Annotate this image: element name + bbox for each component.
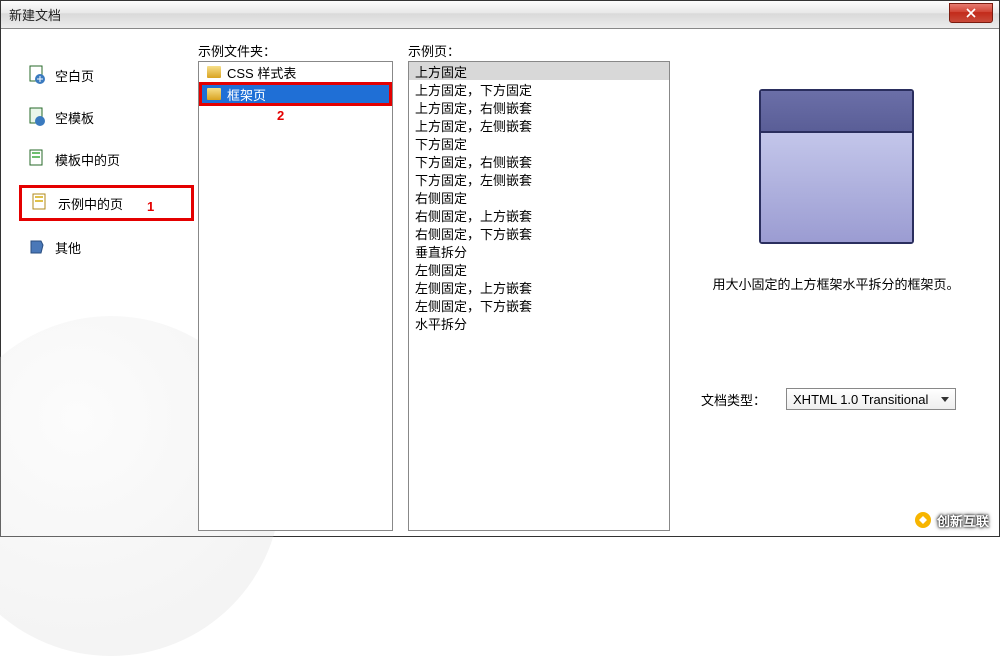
preview-top-frame [761, 91, 912, 133]
folder-label: 框架页 [227, 85, 266, 104]
folder-label: CSS 样式表 [227, 63, 296, 82]
titlebar: 新建文档 [1, 1, 999, 29]
blank-page-icon [27, 65, 47, 85]
sample-page-icon [30, 193, 50, 213]
category-label: 示例中的页 [58, 194, 123, 213]
page-item[interactable]: 上方固定，左侧嵌套 [409, 116, 669, 134]
pages-column-label: 示例页： [408, 41, 460, 60]
page-item[interactable]: 垂直拆分 [409, 242, 669, 260]
page-item[interactable]: 左侧固定，上方嵌套 [409, 278, 669, 296]
folder-item-frameset[interactable]: 框架页 [199, 82, 392, 106]
site-watermark: 创新互联 [913, 510, 989, 530]
preview-bottom-frame [761, 133, 912, 242]
category-label: 空白页 [55, 66, 94, 85]
category-label: 模板中的页 [55, 150, 120, 169]
category-other[interactable]: 其他 [19, 231, 194, 263]
blank-template-icon [27, 107, 47, 127]
category-sample-page[interactable]: 示例中的页 [19, 185, 194, 221]
category-label: 其他 [55, 238, 81, 257]
template-page-icon [27, 149, 47, 169]
page-item[interactable]: 水平拆分 [409, 314, 669, 332]
folder-icon [207, 66, 221, 78]
preview-area: 用大小固定的上方框架水平拆分的框架页。 [691, 69, 981, 293]
window-title: 新建文档 [9, 5, 61, 24]
chevron-down-icon [941, 397, 949, 402]
doctype-value: XHTML 1.0 Transitional [793, 392, 928, 407]
page-list[interactable]: 上方固定上方固定，下方固定上方固定，右侧嵌套上方固定，左侧嵌套下方固定下方固定，… [408, 61, 670, 531]
folder-list[interactable]: CSS 样式表 框架页 2 [198, 61, 393, 531]
page-item[interactable]: 右侧固定，下方嵌套 [409, 224, 669, 242]
doctype-label: 文档类型： [701, 390, 766, 409]
annotation-1: 1 [147, 199, 154, 214]
page-item[interactable]: 右侧固定，上方嵌套 [409, 206, 669, 224]
category-list: 空白页 空模板 模板中的页 1 示例中的页 其他 [19, 59, 194, 273]
dialog-window: 新建文档 空白页 空模板 模板中的页 1 示例中的页 [0, 0, 1000, 537]
page-item[interactable]: 左侧固定，下方嵌套 [409, 296, 669, 314]
watermark-icon [913, 510, 933, 530]
preview-thumbnail [759, 89, 914, 244]
page-item[interactable]: 上方固定，右侧嵌套 [409, 98, 669, 116]
folders-column-label: 示例文件夹： [198, 41, 276, 60]
watermark-text: 创新互联 [937, 511, 989, 530]
folder-icon [207, 88, 221, 100]
folder-item-css[interactable]: CSS 样式表 [199, 62, 392, 82]
page-item[interactable]: 上方固定，下方固定 [409, 80, 669, 98]
close-icon [966, 8, 976, 18]
category-template-page[interactable]: 模板中的页 [19, 143, 194, 175]
preview-description: 用大小固定的上方框架水平拆分的框架页。 [691, 274, 981, 293]
page-item[interactable]: 下方固定，右侧嵌套 [409, 152, 669, 170]
other-icon [27, 237, 47, 257]
doctype-select[interactable]: XHTML 1.0 Transitional [786, 388, 956, 410]
doctype-row: 文档类型： XHTML 1.0 Transitional [701, 388, 956, 410]
page-item[interactable]: 左侧固定 [409, 260, 669, 278]
page-item[interactable]: 下方固定 [409, 134, 669, 152]
close-button[interactable] [949, 3, 993, 23]
category-blank-page[interactable]: 空白页 [19, 59, 194, 91]
category-blank-template[interactable]: 空模板 [19, 101, 194, 133]
page-item[interactable]: 右侧固定 [409, 188, 669, 206]
category-label: 空模板 [55, 108, 94, 127]
page-item[interactable]: 下方固定，左侧嵌套 [409, 170, 669, 188]
dialog-content: 空白页 空模板 模板中的页 1 示例中的页 其他 示例文件夹： 示例页： [1, 29, 999, 536]
annotation-2: 2 [277, 108, 284, 123]
page-item[interactable]: 上方固定 [409, 62, 669, 80]
